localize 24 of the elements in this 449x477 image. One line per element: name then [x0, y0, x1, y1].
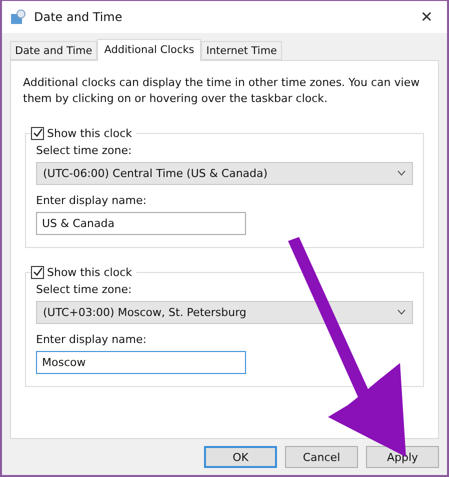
- display-name-field[interactable]: US & Canada: [36, 212, 246, 235]
- chevron-icon: [397, 309, 406, 316]
- clock-app-icon: [10, 8, 26, 25]
- show-clock-checkbox[interactable]: [31, 126, 44, 140]
- window-title: Date and Time: [34, 10, 124, 24]
- time-zone-dropdown[interactable]: (UTC-06:00) Central Time (US & Canada): [36, 162, 413, 185]
- field-label: Enter display name:: [36, 194, 148, 207]
- dialog-button[interactable]: OK: [204, 446, 277, 468]
- tab[interactable]: Date and Time: [10, 40, 98, 60]
- dialog-button[interactable]: Apply: [366, 446, 439, 468]
- dialog-button[interactable]: Cancel: [285, 446, 358, 468]
- field-label: Enter display name:: [36, 332, 148, 346]
- display-name-field[interactable]: Moscow: [36, 350, 246, 374]
- time-zone-dropdown[interactable]: (UTC+03:00) Moscow, St. Petersburg: [36, 300, 413, 324]
- close-button[interactable]: ✕: [414, 6, 439, 28]
- field-label: Select time zone:: [36, 144, 133, 157]
- tab[interactable]: Internet Time: [201, 40, 282, 60]
- tab[interactable]: Additional Clocks: [97, 38, 202, 61]
- checkbox-label: Show this clock: [47, 266, 132, 279]
- checkbox-label: Show this clock: [47, 126, 132, 140]
- field-label: Select time zone:: [36, 282, 133, 296]
- show-clock-checkbox[interactable]: [31, 266, 44, 279]
- intro-text: Additional clocks can display the time in other time zones. You can view them by clicking on or hovering over the taskbar clock.: [23, 74, 421, 107]
- chevron-icon: [397, 170, 406, 176]
